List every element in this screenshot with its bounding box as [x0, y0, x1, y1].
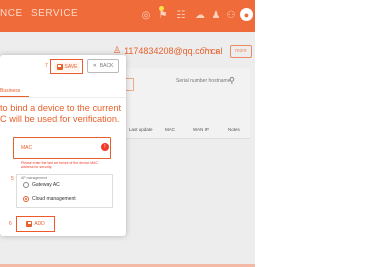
option-label: Cloud management	[32, 196, 76, 202]
table-divider	[118, 138, 250, 139]
save-icon	[26, 221, 33, 227]
grid-icon[interactable]: ☷	[174, 8, 188, 22]
bind-instructions: to bind a device to the current C will b…	[0, 103, 126, 125]
save-button[interactable]: SAVE	[54, 62, 80, 72]
more-button[interactable]: more	[230, 45, 252, 58]
mac-label: MAC	[21, 145, 33, 151]
back-button[interactable]: ✕ BACK	[87, 59, 119, 73]
save-label: SAVE	[64, 64, 78, 70]
back-label: BACK	[99, 63, 114, 69]
option-cloud-management[interactable]: Cloud management	[23, 196, 76, 202]
add-button[interactable]: ADD	[21, 219, 50, 229]
notification-badge	[159, 6, 164, 11]
close-icon: ✕	[92, 63, 97, 69]
nav-item-nce[interactable]: NCE	[0, 8, 23, 19]
wifi-icon: ◠	[200, 45, 208, 55]
radio-checked-icon	[23, 196, 29, 202]
save-icon	[56, 64, 63, 70]
search-icon[interactable]: ⚲	[229, 76, 235, 85]
step-marker-7: 7	[45, 63, 48, 69]
column-header-notes[interactable]: Notes	[228, 127, 240, 132]
step-marker-5: 5	[11, 176, 14, 182]
search-icon[interactable]: ◎	[139, 8, 153, 22]
user-avatar-icon[interactable]: ●	[240, 8, 253, 21]
account-label: 1174834208@qq.com	[124, 45, 213, 56]
column-header-mac[interactable]: MAC	[165, 127, 175, 132]
network-label: cal	[210, 45, 223, 56]
nav-item-service[interactable]: SERVICE	[31, 8, 78, 19]
add-label: ADD	[34, 221, 45, 227]
dialog-tab-business[interactable]: Business	[0, 88, 20, 94]
error-icon: !	[101, 143, 109, 151]
bell-icon[interactable]: ♟	[209, 8, 223, 22]
radio-unchecked-icon	[23, 182, 29, 188]
column-header-last-update[interactable]: Last update	[129, 127, 153, 132]
mac-hint: Please enter the last six hexes of the d…	[21, 161, 99, 169]
top-bar: NCE SERVICE ◎ ⚑ ☷ ☁ ♟ ⚇ ●	[0, 0, 255, 32]
search-input[interactable]: Serial number hostname	[176, 78, 230, 84]
option-label: Gateway AC	[32, 182, 60, 188]
bind-instructions-line1: to bind a device to the current	[0, 103, 122, 113]
dialog-divider	[0, 97, 126, 98]
cloud-icon[interactable]: ☁	[193, 8, 207, 22]
management-title: AP management	[21, 176, 48, 180]
app-window: NCE SERVICE ◎ ⚑ ☷ ☁ ♟ ⚇ ● ♙ 1174834208@q…	[0, 0, 255, 267]
bind-instructions-line2: C will be used for verification.	[0, 114, 120, 124]
people-icon[interactable]: ⚇	[224, 8, 238, 22]
option-gateway-ac[interactable]: Gateway AC	[23, 182, 60, 188]
network-selector[interactable]: ◠ cal	[200, 45, 222, 56]
step-marker-6: 6	[9, 221, 12, 227]
column-header-wan-ip[interactable]: WAN IP	[193, 127, 209, 132]
